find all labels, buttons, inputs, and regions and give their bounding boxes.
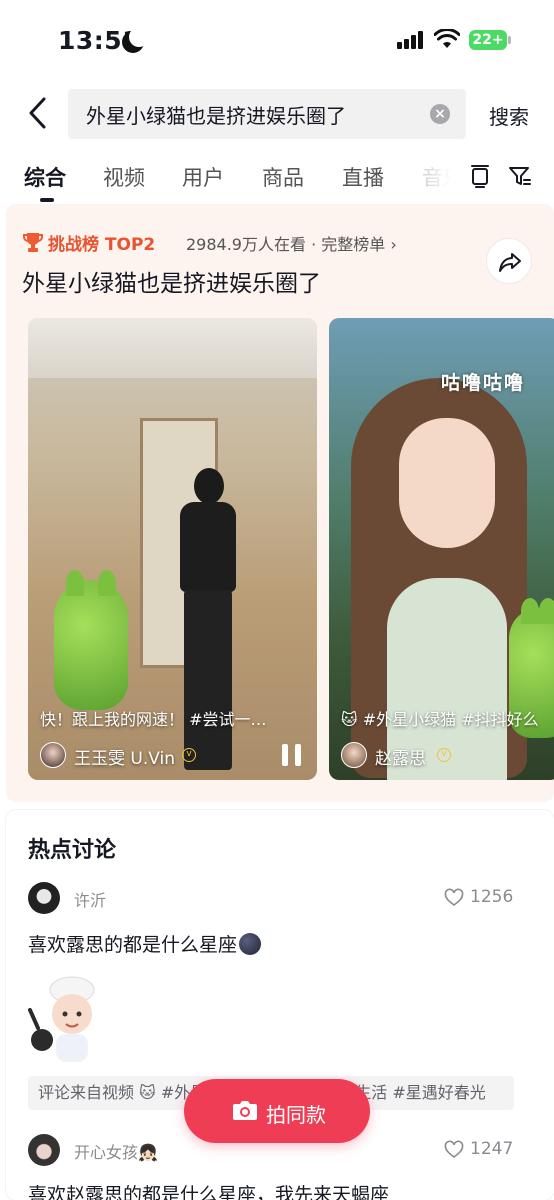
clear-icon[interactable]: ×	[430, 104, 450, 124]
comment-text: 喜欢赵露思的都是什么星座，我先来天蝎座	[28, 1184, 390, 1200]
filter-icon[interactable]	[508, 164, 532, 188]
layout-toggle-icon[interactable]	[468, 164, 492, 188]
moon-icon	[122, 27, 149, 53]
green-cat-figure	[54, 570, 128, 710]
comment-item[interactable]: 开心女孩👧🏻 1247 喜欢赵露思的都是什么星座，我先来天蝎座	[28, 1134, 534, 1200]
verified-badge-icon: v	[437, 748, 451, 762]
verified-badge-icon: v	[182, 748, 196, 762]
avatar[interactable]	[40, 742, 66, 768]
comment-username[interactable]: 开心女孩👧🏻	[74, 1139, 158, 1163]
like-button[interactable]: 1247	[444, 1138, 534, 1162]
heart-icon	[444, 1140, 464, 1159]
battery-indicator: 22+	[469, 30, 511, 50]
status-bar: 13:51 22+	[0, 0, 554, 84]
camera-icon	[233, 1101, 257, 1120]
back-arrow-icon[interactable]	[24, 96, 54, 130]
tab-comprehensive[interactable]: 综合	[24, 162, 66, 192]
chef-emoji-sticker	[28, 976, 95, 1062]
video-caption: 🐱 #外星小绿猫 #抖抖好么	[341, 710, 539, 729]
tab-live[interactable]: 直播	[342, 162, 384, 192]
shoot-same-label: 拍同款	[266, 1103, 326, 1127]
rank-viewers[interactable]: 2984.9万人在看 · 完整榜单 ›	[186, 231, 397, 255]
search-button[interactable]: 搜索	[489, 101, 529, 130]
avatar[interactable]	[341, 742, 367, 768]
tab-users[interactable]: 用户	[182, 162, 224, 192]
avatar[interactable]	[28, 1134, 60, 1166]
pause-icon[interactable]	[282, 744, 302, 766]
video-thumbnail-scene	[28, 318, 317, 378]
challenge-card[interactable]: 挑战榜 TOP2 2984.9万人在看 · 完整榜单 › 外星小绿猫也是挤进娱乐…	[6, 204, 554, 802]
video-caption: 快！跟上我的网速！ #尝试一…	[40, 710, 267, 729]
search-input[interactable]: 外星小绿猫也是挤进娱乐圈了 ×	[68, 89, 466, 139]
section-title: 热点讨论	[28, 838, 117, 863]
rank-label: 挑战榜 TOP2	[48, 235, 156, 255]
share-button[interactable]	[486, 238, 532, 284]
challenge-title[interactable]: 外星小绿猫也是挤进娱乐圈了	[22, 264, 321, 298]
video-dancer-figure	[176, 468, 240, 778]
tab-video[interactable]: 视频	[103, 162, 145, 192]
video-card[interactable]: 咕噜咕噜 🐱 #外星小绿猫 #抖抖好么 赵露思 v	[329, 318, 554, 780]
comment-text-content: 喜欢露思的都是什么星座	[28, 934, 238, 956]
active-tab-indicator	[40, 198, 54, 202]
emoji-sticker-icon	[239, 933, 262, 955]
share-icon	[499, 253, 521, 272]
tab-products[interactable]: 商品	[262, 162, 304, 192]
trophy-icon	[23, 233, 43, 252]
author-name: 赵露思	[375, 749, 426, 769]
author-name: 王玉雯 U.Vin	[74, 749, 176, 769]
avatar[interactable]	[28, 882, 60, 914]
video-card[interactable]: 快！跟上我的网速！ #尝试一… 王玉雯 U.Vin v	[28, 318, 317, 780]
video-sticker-text: 咕噜咕噜	[441, 372, 526, 394]
cellular-signal-icon	[397, 31, 425, 49]
like-count: 1256	[470, 887, 514, 907]
shoot-same-button[interactable]: 拍同款	[184, 1079, 370, 1143]
wifi-icon	[434, 29, 460, 48]
comment-text: 喜欢露思的都是什么星座	[28, 930, 262, 957]
like-count: 1247	[470, 1139, 514, 1159]
heart-icon	[444, 888, 464, 907]
search-query[interactable]: 外星小绿猫也是挤进娱乐圈了	[86, 100, 346, 129]
video-thumbnail-scene	[399, 418, 495, 548]
comment-username[interactable]: 许沂	[74, 887, 106, 911]
like-button[interactable]: 1256	[444, 886, 534, 910]
result-tabs: 综合 视频 用户 商品 直播 音乐	[0, 150, 554, 204]
tab-fade	[410, 158, 470, 198]
